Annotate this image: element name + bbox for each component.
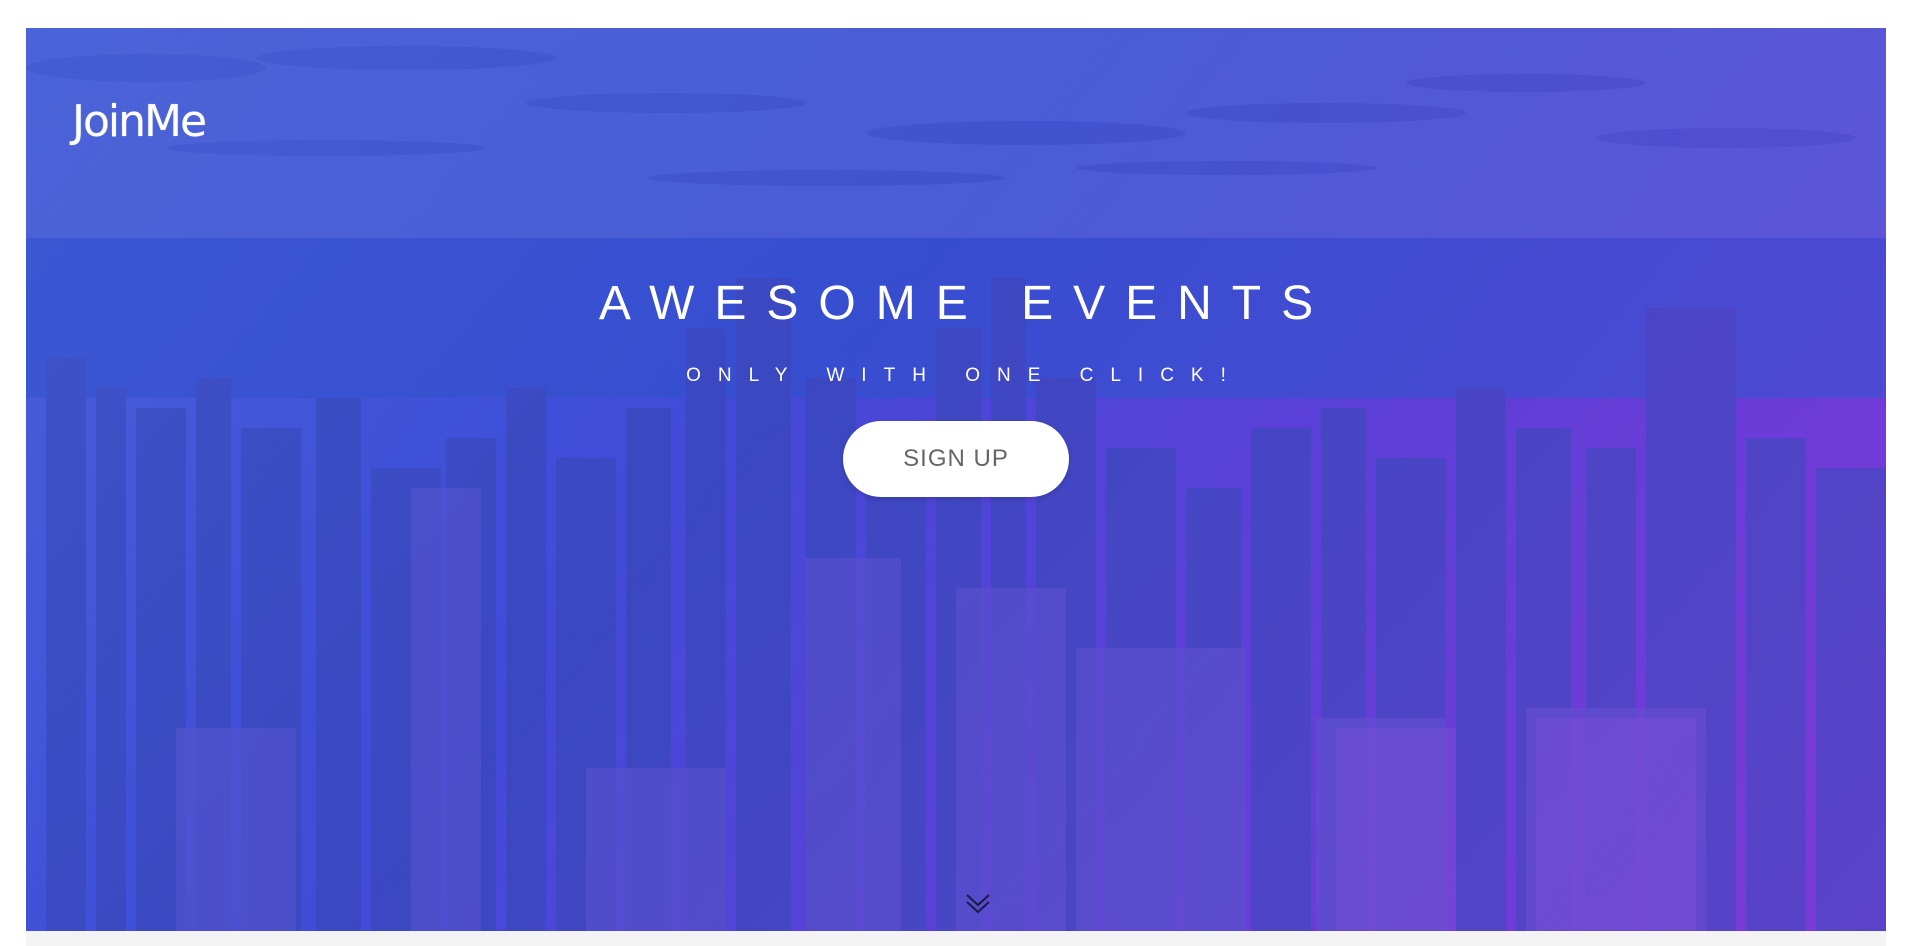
hero-subtitle: ONLY WITH ONE CLICK!	[686, 365, 1243, 386]
section-divider	[26, 931, 1886, 946]
landing-page: JoinMe AWESOME EVENTS ONLY WITH ONE CLIC…	[0, 0, 1911, 946]
hero-section: JoinMe AWESOME EVENTS ONLY WITH ONE CLIC…	[26, 28, 1886, 931]
double-chevron-down-icon[interactable]	[963, 888, 993, 918]
hero-title: AWESOME EVENTS	[598, 277, 1334, 330]
sign-up-button[interactable]: SIGN UP	[843, 421, 1069, 497]
brand-logo[interactable]: JoinMe	[72, 96, 207, 147]
